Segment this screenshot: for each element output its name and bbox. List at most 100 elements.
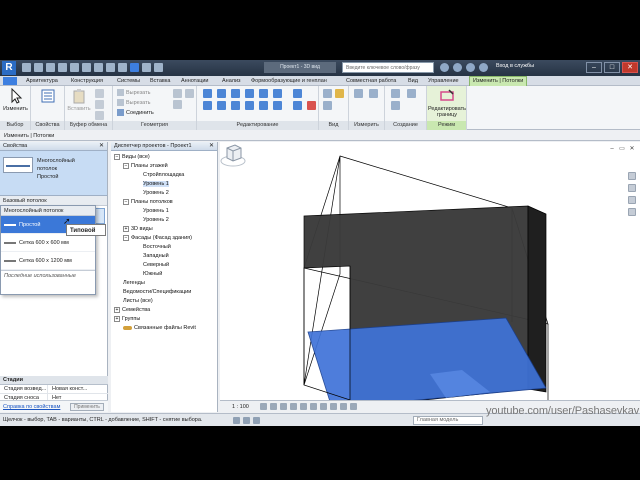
close-icon[interactable]: ✕: [99, 142, 104, 151]
tab-manage[interactable]: Управление: [428, 77, 459, 86]
shadows-icon[interactable]: [290, 403, 297, 410]
copy-element-icon[interactable]: [217, 101, 226, 110]
create-part-icon[interactable]: [391, 89, 400, 98]
communication-icon[interactable]: [466, 63, 475, 72]
print-icon[interactable]: [70, 63, 79, 72]
lock-view-icon[interactable]: [330, 403, 337, 410]
expander-icon[interactable]: +: [123, 225, 129, 232]
application-menu-button[interactable]: R: [2, 61, 16, 75]
redo-icon[interactable]: [58, 63, 67, 72]
table-row[interactable]: Стадия возвед... Новая конст...: [0, 385, 108, 394]
dimension-icon[interactable]: [369, 89, 378, 98]
reveal-hidden-icon[interactable]: [350, 403, 357, 410]
tab-annotate[interactable]: Аннотации: [181, 77, 209, 86]
section-icon[interactable]: [118, 63, 127, 72]
tree-node-east[interactable]: Восточный: [143, 243, 171, 251]
type-option-grid-600x1200[interactable]: Сетка 600 х 1200 мм: [1, 252, 95, 270]
expander-icon[interactable]: +: [114, 315, 120, 322]
apply-button[interactable]: Применить: [70, 403, 104, 411]
tab-analyze[interactable]: Анализ: [222, 77, 241, 86]
tab-systems[interactable]: Системы: [117, 77, 140, 86]
binoculars-icon[interactable]: [440, 63, 449, 72]
tab-collaborate[interactable]: Совместная работа: [346, 77, 396, 86]
text-icon[interactable]: [94, 63, 103, 72]
edit-boundary-button[interactable]: Редактировать границу: [428, 88, 466, 118]
tree-node-ceiling-level-2[interactable]: Уровень 2: [143, 216, 169, 224]
split-icon[interactable]: [259, 89, 268, 98]
trim-extend-icon[interactable]: [293, 89, 302, 98]
array-icon[interactable]: [245, 101, 254, 110]
tree-node-revit-links[interactable]: Связанные файлы Revit: [123, 324, 196, 332]
view-minimize-button[interactable]: –: [608, 145, 616, 153]
show-crop-icon[interactable]: [320, 403, 327, 410]
modify-button[interactable]: Изменить: [2, 88, 29, 112]
param-value[interactable]: Новая конст...: [48, 385, 87, 393]
paint-icon[interactable]: [185, 89, 194, 98]
expander-icon[interactable]: −: [123, 234, 129, 241]
favorites-icon[interactable]: [479, 63, 488, 72]
search-input[interactable]: Введите ключевое слово/фразу: [342, 62, 434, 73]
pin-icon[interactable]: [273, 101, 282, 110]
type-selector[interactable]: Многослойный потолок Простой: [0, 151, 107, 196]
visual-style-icon[interactable]: [270, 403, 277, 410]
tree-node-sheets[interactable]: Листы (все): [123, 297, 153, 305]
match-properties-icon[interactable]: [95, 111, 104, 120]
tab-architecture[interactable]: Архитектура: [26, 77, 58, 86]
sign-in-link[interactable]: Вход в службы: [496, 63, 534, 69]
offset-icon[interactable]: [217, 89, 226, 98]
close-hidden-icon[interactable]: [142, 63, 151, 72]
split-face-icon[interactable]: [173, 100, 182, 109]
sun-path-icon[interactable]: [280, 403, 287, 410]
render-icon[interactable]: [300, 403, 307, 410]
save-icon[interactable]: [34, 63, 43, 72]
zoom-icon[interactable]: [628, 184, 636, 192]
thin-lines-icon[interactable]: [130, 63, 139, 72]
properties-button[interactable]: [38, 88, 58, 106]
minimize-button[interactable]: –: [586, 62, 602, 73]
tree-node-schedules[interactable]: Ведомости/Спецификации: [123, 288, 191, 296]
steering-wheel-icon[interactable]: [628, 172, 636, 180]
worksets-icon[interactable]: [233, 417, 240, 424]
switch-windows-icon[interactable]: [154, 63, 163, 72]
move-icon[interactable]: [203, 101, 212, 110]
tab-view[interactable]: Вид: [408, 77, 418, 86]
align-icon[interactable]: [203, 89, 212, 98]
tab-structure[interactable]: Конструкция: [71, 77, 103, 86]
tree-node-elevations[interactable]: − Фасады (Фасад здания): [123, 234, 192, 242]
create-group-icon[interactable]: [407, 89, 416, 98]
tree-node-floor-plans[interactable]: − Планы этажей: [123, 162, 168, 170]
expander-icon[interactable]: −: [123, 162, 129, 169]
expander-icon[interactable]: +: [114, 306, 120, 313]
tree-node-views[interactable]: − Виды (все): [114, 153, 150, 161]
tree-node-west[interactable]: Западный: [143, 252, 169, 260]
view-close-button[interactable]: ✕: [628, 145, 636, 153]
tree-node-south[interactable]: Южный: [143, 270, 162, 278]
tree-node-ceiling-level-1[interactable]: Уровень 1: [143, 207, 169, 215]
measure-tool-icon[interactable]: [354, 89, 363, 98]
tree-node-3d-views[interactable]: +3D виды: [123, 225, 153, 233]
override-graphics-icon[interactable]: [335, 89, 344, 98]
tree-node-ceiling-plans[interactable]: − Планы потолков: [123, 198, 173, 206]
cut-geometry-button[interactable]: Вырезать: [117, 89, 150, 96]
model-drawing[interactable]: [220, 142, 640, 400]
view-scale[interactable]: 1 : 100: [232, 403, 249, 411]
tab-insert[interactable]: Вставка: [150, 77, 170, 86]
linework-icon[interactable]: [323, 101, 332, 110]
copy-icon[interactable]: [95, 100, 104, 109]
rotate-icon[interactable]: [231, 101, 240, 110]
tree-node-level-2[interactable]: Уровень 2: [143, 189, 169, 197]
maximize-button[interactable]: □: [604, 62, 620, 73]
view-restore-button[interactable]: ▭: [618, 145, 626, 153]
orbit-icon[interactable]: [628, 208, 636, 216]
3d-viewport[interactable]: – ▭ ✕: [220, 142, 640, 400]
tree-node-legends[interactable]: Легенды: [123, 279, 145, 287]
ceiling-element[interactable]: [307, 317, 547, 400]
viewcube-icon[interactable]: [220, 142, 246, 168]
tab-massing-site[interactable]: Формообразующие и генплан: [251, 77, 327, 86]
expander-icon[interactable]: −: [114, 153, 120, 160]
expander-icon[interactable]: −: [123, 198, 129, 205]
3d-view-icon[interactable]: [106, 63, 115, 72]
detail-level-icon[interactable]: [260, 403, 267, 410]
unpin-icon[interactable]: [293, 101, 302, 110]
paste-button[interactable]: Вставить: [67, 88, 91, 112]
